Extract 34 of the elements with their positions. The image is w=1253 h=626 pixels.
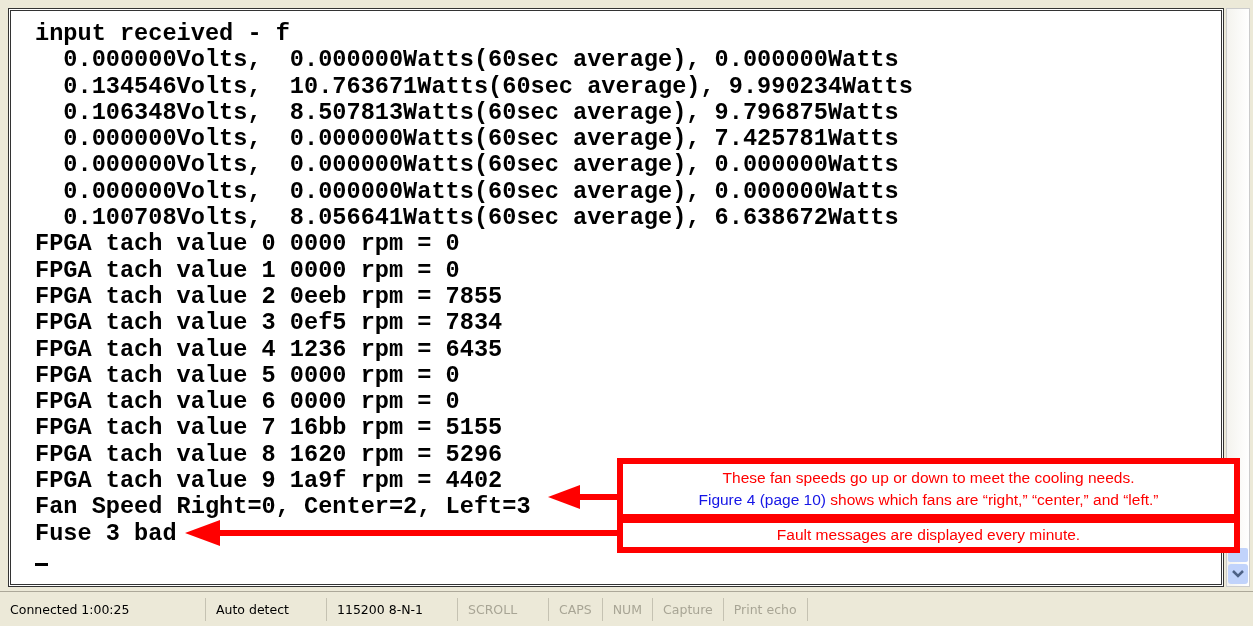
- terminal-line: 0.000000Volts, 0.000000Watts(60sec average), 0.000000Watts: [62, 178, 899, 206]
- terminal-line: 0.134546Volts, 10.763671Watts(60sec average), 9.990234Watts: [62, 73, 913, 100]
- terminal-line: 0.106348Volts, 8.507813Watts(60sec average), 9.796875Watts: [62, 99, 899, 127]
- terminal-line: Fan Speed Right=0, Center=2, Left=3: [35, 494, 531, 521]
- terminal-line: FPGA tach value 9 1a9f rpm = 4402: [35, 468, 503, 495]
- figure-link[interactable]: Figure 4 (page 10): [698, 491, 826, 508]
- terminal-line: Fuse 3 bad: [35, 520, 177, 547]
- status-item: 115200 8-N-1: [337, 597, 458, 621]
- callout-text: Fault messages are displayed every minute.: [775, 525, 1082, 545]
- status-item: NUM: [612, 597, 654, 621]
- scrollbar[interactable]: [1226, 8, 1250, 588]
- status-item: Print echo: [733, 597, 808, 621]
- status-item: CAPS: [559, 597, 603, 621]
- terminal-line: 0.000000Volts, 0.000000Watts(60sec average), 7.425781Watts: [62, 126, 899, 153]
- status-item: SCROLL: [468, 597, 549, 621]
- terminal-line: FPGA tach value 3 0ef5 rpm = 7834: [35, 310, 503, 337]
- scroll-down-icon[interactable]: [1228, 564, 1248, 585]
- terminal-line: input received - f: [35, 21, 290, 48]
- terminal-line: FPGA tach value 8 1620 rpm = 5296: [35, 441, 503, 469]
- status-item: Auto detect: [216, 597, 327, 621]
- terminal-line: FPGA tach value 4 1236 rpm = 6435: [35, 336, 503, 363]
- terminal-line: 0.000000Volts, 0.000000Watts(60sec average), 0.000000Watts: [62, 47, 899, 74]
- terminal-line: 0.100708Volts, 8.056641Watts(60sec average), 6.638672Watts: [62, 205, 899, 232]
- status-item: Capture: [663, 597, 724, 621]
- terminal-line: FPGA tach value 5 0000 rpm = 0: [35, 362, 460, 390]
- terminal-line: FPGA tach value 6 0000 rpm = 0: [35, 389, 460, 416]
- terminal-line: FPGA tach value 2 0eeb rpm = 7855: [35, 283, 503, 311]
- terminal-line: FPGA tach value 1 0000 rpm = 0: [35, 257, 460, 284]
- terminal-line: FPGA tach value 0 0000 rpm = 0: [35, 231, 460, 258]
- terminal-line: 0.000000Volts, 0.000000Watts(60sec average), 0.000000Watts: [62, 152, 899, 179]
- terminal-line: FPGA tach value 7 16bb rpm = 5155: [35, 415, 503, 442]
- callout-text: These fan speeds go up or down to meet the cooling needs.: [721, 468, 1136, 488]
- status-item: Connected 1:00:25: [10, 597, 206, 621]
- callout-text: Figure 4 (page 10) shows which fans are “right,” “center,” and “left.”: [697, 490, 1160, 510]
